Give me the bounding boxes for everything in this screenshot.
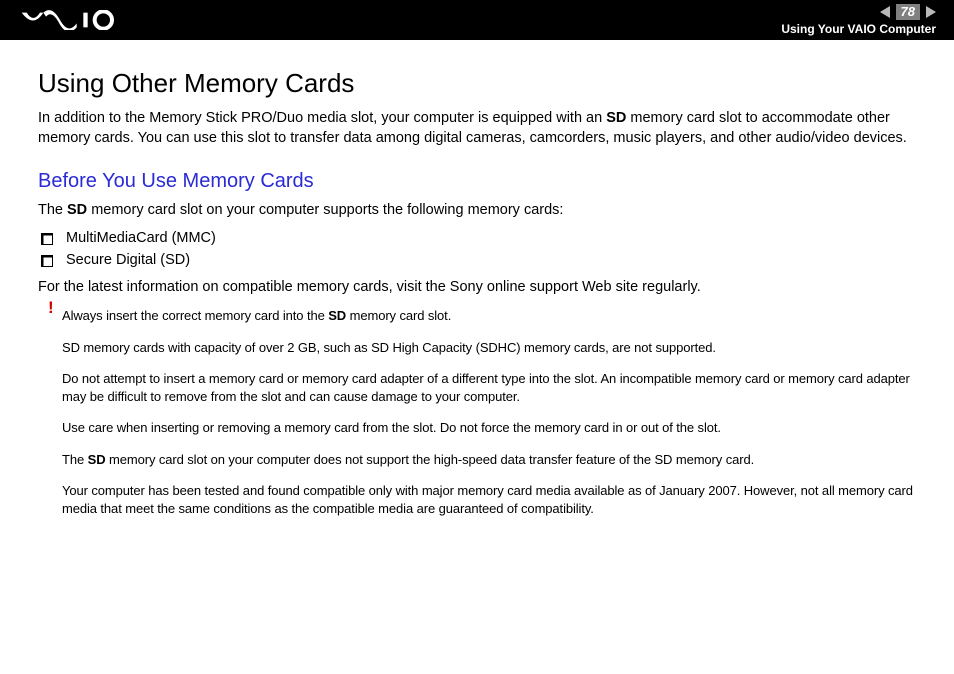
warn5-bold: SD: [88, 452, 106, 467]
warning-item: Always insert the correct memory card in…: [62, 307, 922, 325]
header-bar: 78 Using Your VAIO Computer: [0, 0, 954, 40]
warning-item: Use care when inserting or removing a me…: [62, 419, 922, 437]
warning-item: The SD memory card slot on your computer…: [62, 451, 922, 469]
intro-bold-sd: SD: [606, 110, 626, 126]
prev-page-icon[interactable]: [880, 6, 890, 18]
warn5-post: memory card slot on your computer does n…: [105, 452, 754, 467]
memory-card-list: MultiMediaCard (MMC) Secure Digital (SD): [38, 227, 922, 271]
page-number: 78: [896, 4, 920, 20]
warning-item: SD memory cards with capacity of over 2 …: [62, 339, 922, 357]
warn1-post: memory card slot.: [346, 308, 451, 323]
list-item: MultiMediaCard (MMC): [38, 227, 922, 249]
breadcrumb: Using Your VAIO Computer: [781, 22, 936, 36]
supports-post: memory card slot on your computer suppor…: [87, 202, 563, 218]
supports-bold: SD: [67, 202, 87, 218]
intro-paragraph: In addition to the Memory Stick PRO/Duo …: [38, 109, 922, 148]
page-title: Using Other Memory Cards: [38, 68, 922, 99]
list-item: Secure Digital (SD): [38, 249, 922, 271]
section-subheading: Before You Use Memory Cards: [38, 170, 922, 193]
warn1-bold: SD: [328, 308, 346, 323]
warning-item: Your computer has been tested and found …: [62, 482, 922, 517]
supports-pre: The: [38, 202, 67, 218]
next-page-icon[interactable]: [926, 6, 936, 18]
vaio-logo-icon: [20, 10, 120, 30]
warning-item: Do not attempt to insert a memory card o…: [62, 370, 922, 405]
warning-block: ! Always insert the correct memory card …: [62, 307, 922, 517]
page-content: Using Other Memory Cards In addition to …: [0, 40, 954, 518]
latest-info-text: For the latest information on compatible…: [38, 279, 922, 295]
supports-text: The SD memory card slot on your computer…: [38, 202, 922, 218]
warn5-pre: The: [62, 452, 88, 467]
warn1-pre: Always insert the correct memory card in…: [62, 308, 328, 323]
header-right: 78 Using Your VAIO Computer: [781, 4, 936, 36]
warning-icon: !: [48, 298, 54, 318]
intro-text-pre: In addition to the Memory Stick PRO/Duo …: [38, 110, 606, 126]
page-nav: 78: [880, 4, 936, 20]
